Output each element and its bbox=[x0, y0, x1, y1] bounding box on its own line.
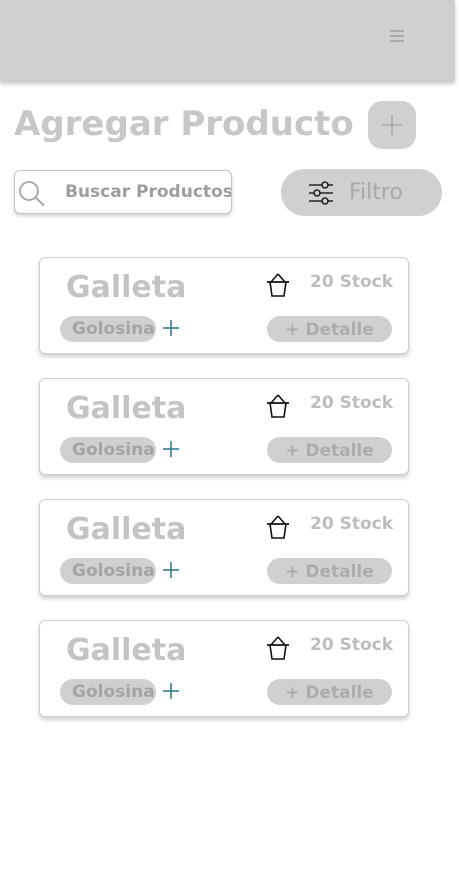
basket-icon bbox=[267, 394, 289, 418]
filter-button[interactable]: Filtro bbox=[281, 169, 442, 216]
product-name: Galleta bbox=[66, 512, 187, 547]
product-name: Galleta bbox=[66, 391, 187, 426]
category-label: Golosina bbox=[72, 319, 155, 339]
product-card[interactable]: Galleta 20 Stock Golosina + Detalle bbox=[39, 499, 409, 596]
product-card[interactable]: Galleta 20 Stock Golosina + Detalle bbox=[39, 378, 409, 475]
basket-icon bbox=[267, 515, 289, 539]
detail-label: + Detalle bbox=[285, 441, 374, 461]
top-app-bar bbox=[0, 0, 455, 81]
stock-label: 20 Stock bbox=[310, 635, 394, 655]
search-icon bbox=[19, 181, 45, 206]
category-badge: Golosina bbox=[60, 679, 156, 705]
stock-label: 20 Stock bbox=[310, 272, 394, 292]
product-card[interactable]: Galleta 20 Stock Golosina + Detalle bbox=[39, 257, 409, 354]
page-title: Agregar Producto bbox=[14, 104, 354, 144]
plus-icon bbox=[163, 320, 179, 336]
detail-button[interactable]: + Detalle bbox=[267, 558, 392, 584]
detail-label: + Detalle bbox=[285, 683, 374, 703]
category-badge: Golosina bbox=[60, 437, 156, 463]
add-category-button[interactable] bbox=[162, 315, 180, 341]
plus-icon bbox=[163, 683, 179, 699]
detail-button[interactable]: + Detalle bbox=[267, 437, 392, 463]
add-product-button[interactable] bbox=[368, 101, 416, 149]
category-label: Golosina bbox=[72, 682, 155, 702]
plus-icon bbox=[382, 115, 402, 135]
detail-label: + Detalle bbox=[285, 562, 374, 582]
category-badge: Golosina bbox=[60, 316, 156, 342]
product-card[interactable]: Galleta 20 Stock Golosina + Detalle bbox=[39, 620, 409, 717]
stock-label: 20 Stock bbox=[310, 514, 394, 534]
basket-icon bbox=[267, 273, 289, 297]
detail-button[interactable]: + Detalle bbox=[267, 679, 392, 705]
category-badge: Golosina bbox=[60, 558, 156, 584]
add-category-button[interactable] bbox=[162, 436, 180, 462]
product-name: Galleta bbox=[66, 633, 187, 668]
category-label: Golosina bbox=[72, 561, 155, 581]
product-name: Galleta bbox=[66, 270, 187, 305]
plus-icon bbox=[163, 562, 179, 578]
hamburger-menu-icon[interactable] bbox=[388, 27, 406, 45]
sliders-icon bbox=[309, 181, 333, 205]
add-category-button[interactable] bbox=[162, 678, 180, 704]
filter-label: Filtro bbox=[349, 180, 403, 205]
category-label: Golosina bbox=[72, 440, 155, 460]
plus-icon bbox=[163, 441, 179, 457]
search-box[interactable] bbox=[14, 170, 232, 214]
detail-label: + Detalle bbox=[285, 320, 374, 340]
add-category-button[interactable] bbox=[162, 557, 180, 583]
basket-icon bbox=[267, 636, 289, 660]
stock-label: 20 Stock bbox=[310, 393, 394, 413]
search-input[interactable] bbox=[65, 177, 231, 207]
detail-button[interactable]: + Detalle bbox=[267, 316, 392, 342]
